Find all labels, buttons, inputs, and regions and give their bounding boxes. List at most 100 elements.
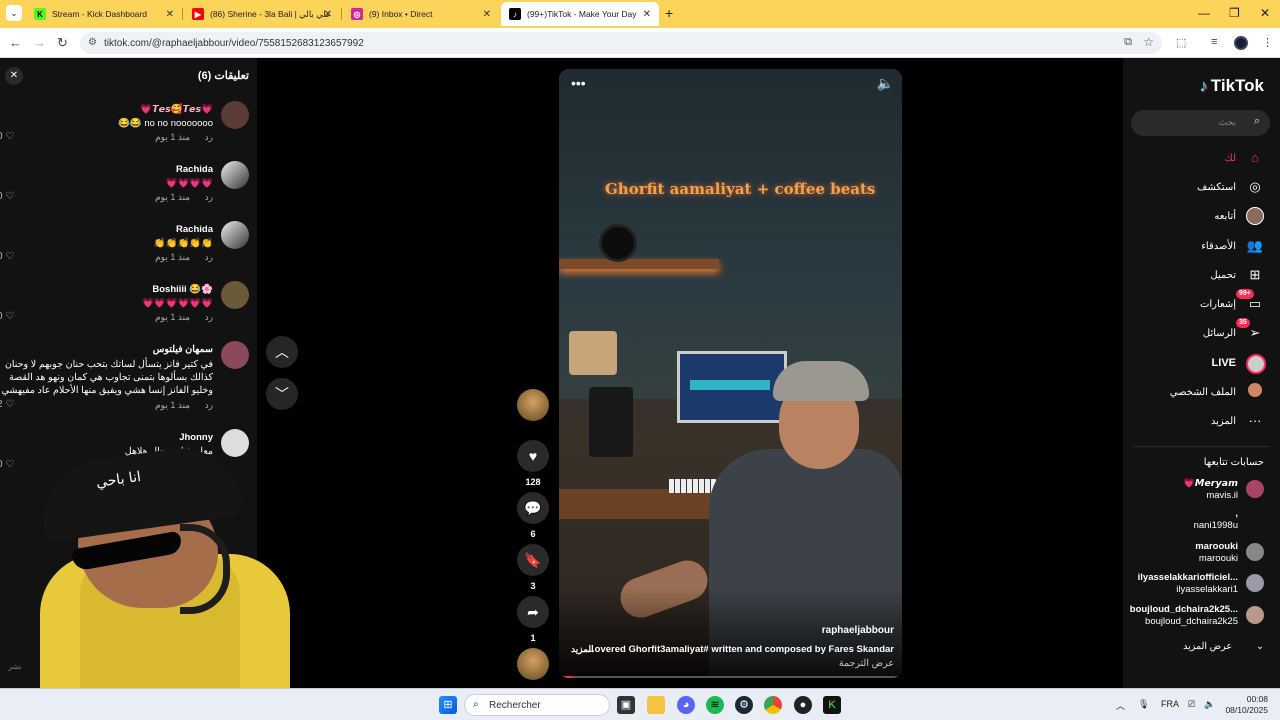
upload-icon: ⊞ <box>1249 267 1261 282</box>
avatar[interactable] <box>221 161 249 189</box>
following-account[interactable]: 💗𝙈𝙚𝙧𝙮𝙖𝙢 mavis.il <box>1124 476 1264 502</box>
kick-app-icon[interactable]: K <box>823 696 841 714</box>
comment-author[interactable]: 💗𝙏𝙚𝙨🥰𝙏𝙚𝙨💗 <box>140 104 213 115</box>
restore-icon[interactable]: ❐ <box>1229 6 1240 20</box>
media-control-icon[interactable]: ≡ <box>1211 36 1217 48</box>
tiktok-logo[interactable]: ♪ TikTok <box>1199 76 1264 96</box>
share-button[interactable]: ➦ 1 <box>516 596 550 643</box>
comment-author[interactable]: Boshiiii 😂🌸 <box>152 284 213 295</box>
reply-button[interactable]: رد <box>205 312 213 322</box>
reply-button[interactable]: رد <box>205 252 213 262</box>
close-tab-icon[interactable]: ✕ <box>324 9 332 20</box>
previous-video-button[interactable]: ︿ <box>266 336 298 368</box>
microphone-icon[interactable]: 🎙 <box>1138 699 1149 710</box>
tray-chevron-up-icon[interactable]: ︿ <box>1116 699 1125 712</box>
close-tab-icon[interactable]: ✕ <box>166 9 174 20</box>
windows-start-icon[interactable]: ⊞ <box>439 696 457 714</box>
forward-icon[interactable]: → <box>33 35 46 50</box>
tab-youtube-sherine[interactable]: ▶ (86) Sherine - 3la Bali | علي بالي ✕ <box>184 2 340 26</box>
nav-following[interactable]: أتابعه <box>1214 204 1264 228</box>
caption-more-button[interactable]: المزيد <box>571 644 594 655</box>
nav-upload[interactable]: تحميل ⊞ <box>1210 263 1264 287</box>
network-icon[interactable]: ⎚ <box>1188 699 1195 710</box>
close-tab-icon[interactable]: ✕ <box>643 9 651 20</box>
comment-author[interactable]: Rachida <box>176 164 213 175</box>
nav-explore[interactable]: استكشف ◎ <box>1197 175 1264 199</box>
menu-dots-icon[interactable]: ⋮ <box>1262 36 1273 49</box>
taskbar-clock[interactable]: 00:08 08/10/2025 <box>1225 694 1268 716</box>
comment-button[interactable]: 💬 6 <box>516 492 550 539</box>
avatar[interactable] <box>221 101 249 129</box>
avatar[interactable] <box>221 221 249 249</box>
obs-icon[interactable]: ● <box>794 696 812 714</box>
address-bar[interactable]: ⚙ tiktok.com/@raphaeljabbour/video/75581… <box>80 32 1162 54</box>
following-account[interactable]: , nani1998u <box>1124 506 1264 532</box>
see-translation-button[interactable]: عرض الترجمة <box>839 658 894 669</box>
like-button[interactable]: ♥ 128 <box>516 440 550 487</box>
comment-author[interactable]: Rachida <box>176 224 213 235</box>
comment-count: 6 <box>530 529 536 539</box>
next-video-button[interactable]: ﹀ <box>266 378 298 410</box>
chrome-icon[interactable] <box>764 696 782 714</box>
tab-search-button[interactable]: ⌄ <box>6 5 22 21</box>
video-player[interactable]: Ghorfit aamaliyat + coffee beats ••• 🔈 r… <box>559 69 902 678</box>
like-comment-button[interactable]: 0 ♡ <box>0 191 14 202</box>
following-account[interactable]: maroouki maroouki <box>1124 539 1264 565</box>
reload-icon[interactable]: ↻ <box>57 35 68 51</box>
reply-button[interactable]: رد <box>205 192 213 202</box>
see-more-button[interactable]: عرض المزيد ⌄ <box>1183 641 1264 652</box>
like-comment-button[interactable]: 0 ♡ <box>0 251 14 262</box>
daw-track <box>690 380 770 390</box>
volume-icon[interactable]: 🔈 <box>877 75 894 92</box>
comment-text: no no nooooooo 😂😂 <box>118 118 213 129</box>
minimize-icon[interactable]: — <box>1198 6 1210 20</box>
install-app-icon[interactable]: ⧉ <box>1124 36 1132 49</box>
close-window-icon[interactable]: ✕ <box>1260 6 1270 20</box>
spotify-icon[interactable]: ≋ <box>706 696 724 714</box>
like-comment-button[interactable]: 0 ♡ <box>0 131 14 142</box>
avatar[interactable] <box>221 281 249 309</box>
creator-avatar-button[interactable] <box>516 389 550 421</box>
music-disc-button[interactable] <box>516 648 550 680</box>
reply-button[interactable]: رد <box>205 132 213 142</box>
keyboard-language[interactable]: FRA <box>1161 699 1179 709</box>
nav-notifications[interactable]: إشعارات ▭ 99+ <box>1200 289 1264 316</box>
following-account[interactable]: ilyasselakkariofficiel... ilyasselakkari… <box>1124 570 1264 596</box>
like-comment-button[interactable]: 0 ♡ <box>0 311 14 322</box>
comment-author[interactable]: سمهان فيلتوس <box>153 344 213 355</box>
site-info-icon[interactable]: ⚙ <box>88 37 97 48</box>
nav-for-you[interactable]: لك ⌂ <box>1225 146 1264 170</box>
volume-icon[interactable]: 🔈 <box>1204 699 1215 710</box>
comment-author[interactable]: Jhonny <box>179 432 213 443</box>
avatar[interactable] <box>221 341 249 369</box>
steam-icon[interactable]: ⚙ <box>735 696 753 714</box>
nav-live[interactable]: LIVE <box>1212 351 1266 375</box>
profile-avatar[interactable] <box>1234 36 1248 50</box>
tab-tiktok[interactable]: ♪ (99+)TikTok - Make Your Day ✕ <box>501 2 659 26</box>
video-author[interactable]: raphaeljabbour <box>822 625 894 636</box>
following-account[interactable]: boujloud_dchaira2k25... boujloud_dchaira… <box>1124 602 1264 628</box>
nav-messages[interactable]: الرسائل ➢ 35 <box>1203 318 1264 345</box>
reply-button[interactable]: رد <box>205 400 213 410</box>
close-tab-icon[interactable]: ✕ <box>483 9 491 20</box>
back-icon[interactable]: ← <box>9 35 22 50</box>
taskbar-search-input[interactable]: ⌕ Rechercher <box>464 694 610 716</box>
search-icon[interactable]: ⌕ <box>1254 115 1260 128</box>
like-comment-button[interactable]: 2 ♡ <box>0 399 14 410</box>
tab-kick-dashboard[interactable]: K Stream - Kick Dashboard ✕ <box>26 2 182 26</box>
nav-profile[interactable]: الملف الشخصي <box>1170 380 1264 404</box>
bookmark-star-icon[interactable]: ☆ <box>1143 35 1154 49</box>
search-input[interactable]: بحث ⌕ <box>1131 110 1270 136</box>
close-comments-button[interactable]: ✕ <box>5 67 23 85</box>
video-progress-bar[interactable] <box>559 676 902 678</box>
nav-friends[interactable]: الأصدقاء 👥 <box>1201 234 1264 258</box>
save-button[interactable]: 🔖 3 <box>516 544 550 591</box>
tab-instagram-inbox[interactable]: ◎ (9) Inbox • Direct ✕ <box>343 2 499 26</box>
extensions-icon[interactable]: ⬚ <box>1176 36 1186 49</box>
task-view-icon[interactable]: ▣ <box>617 696 635 714</box>
discord-icon[interactable]: ◕ <box>677 696 695 714</box>
more-options-icon[interactable]: ••• <box>571 75 586 91</box>
new-tab-button[interactable]: + <box>665 5 673 21</box>
file-explorer-icon[interactable] <box>647 696 665 714</box>
nav-more[interactable]: المزيد ··· <box>1211 409 1264 433</box>
